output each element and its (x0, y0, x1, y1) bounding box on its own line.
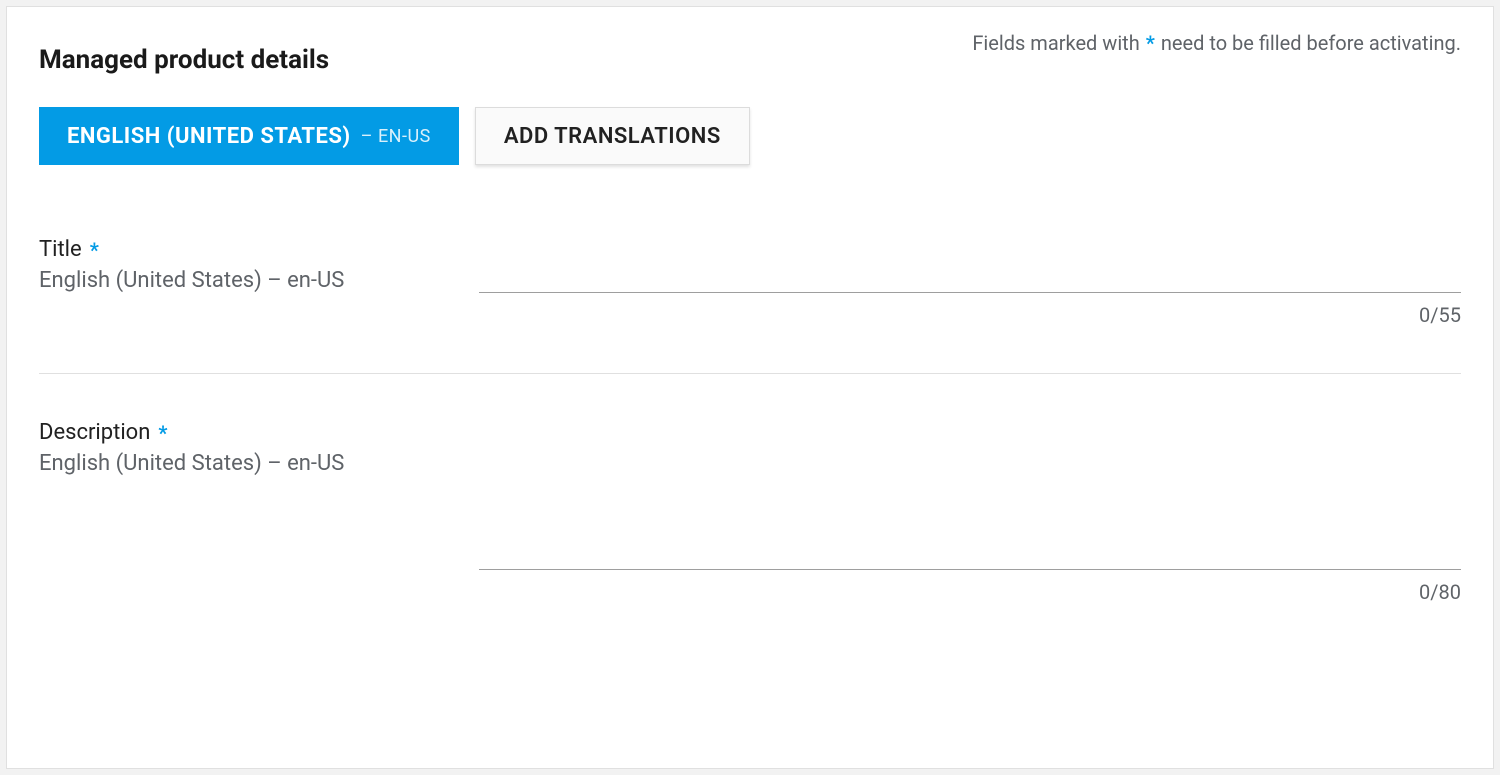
title-field-right: 0/55 (479, 237, 1461, 327)
description-field-label: Description * (39, 420, 167, 445)
title-label-text: Title (39, 237, 82, 262)
section-divider (39, 373, 1461, 374)
description-char-counter: 0/80 (479, 580, 1461, 604)
add-translations-label: ADD TRANSLATIONS (504, 124, 721, 149)
title-field-left: Title * English (United States) – en-US (39, 237, 439, 293)
page-wrapper: Managed product details Fields marked wi… (0, 0, 1500, 775)
description-field-block: Description * English (United States) – … (39, 420, 1461, 604)
language-tab-code: – EN-US (361, 126, 431, 147)
card-header-row: Managed product details Fields marked wi… (39, 35, 1461, 75)
add-translations-button[interactable]: ADD TRANSLATIONS (475, 107, 750, 165)
language-tab-en-us[interactable]: ENGLISH (UNITED STATES) – EN-US (39, 107, 459, 165)
details-card: Managed product details Fields marked wi… (6, 6, 1494, 769)
required-note-suffix: need to be filled before activating. (1161, 31, 1461, 55)
asterisk-icon: * (1146, 31, 1155, 55)
language-tabs-row: ENGLISH (UNITED STATES) – EN-US ADD TRAN… (39, 107, 1461, 165)
page-title: Managed product details (39, 35, 329, 75)
asterisk-icon: * (90, 238, 99, 262)
description-locale-sub: English (United States) – en-US (39, 451, 439, 476)
title-field-block: Title * English (United States) – en-US … (39, 237, 1461, 327)
title-field-label: Title * (39, 237, 99, 262)
description-field-left: Description * English (United States) – … (39, 420, 439, 476)
title-locale-sub: English (United States) – en-US (39, 268, 439, 293)
title-input[interactable] (479, 257, 1461, 293)
description-input[interactable] (479, 440, 1461, 570)
required-field-note: Fields marked with * need to be filled b… (972, 31, 1461, 55)
language-tab-name: ENGLISH (UNITED STATES) (67, 124, 351, 149)
asterisk-icon: * (158, 421, 167, 445)
title-char-counter: 0/55 (479, 303, 1461, 327)
form-section: Title * English (United States) – en-US … (39, 237, 1461, 604)
description-field-right: 0/80 (479, 420, 1461, 604)
required-note-prefix: Fields marked with (972, 31, 1139, 55)
description-label-text: Description (39, 420, 150, 445)
